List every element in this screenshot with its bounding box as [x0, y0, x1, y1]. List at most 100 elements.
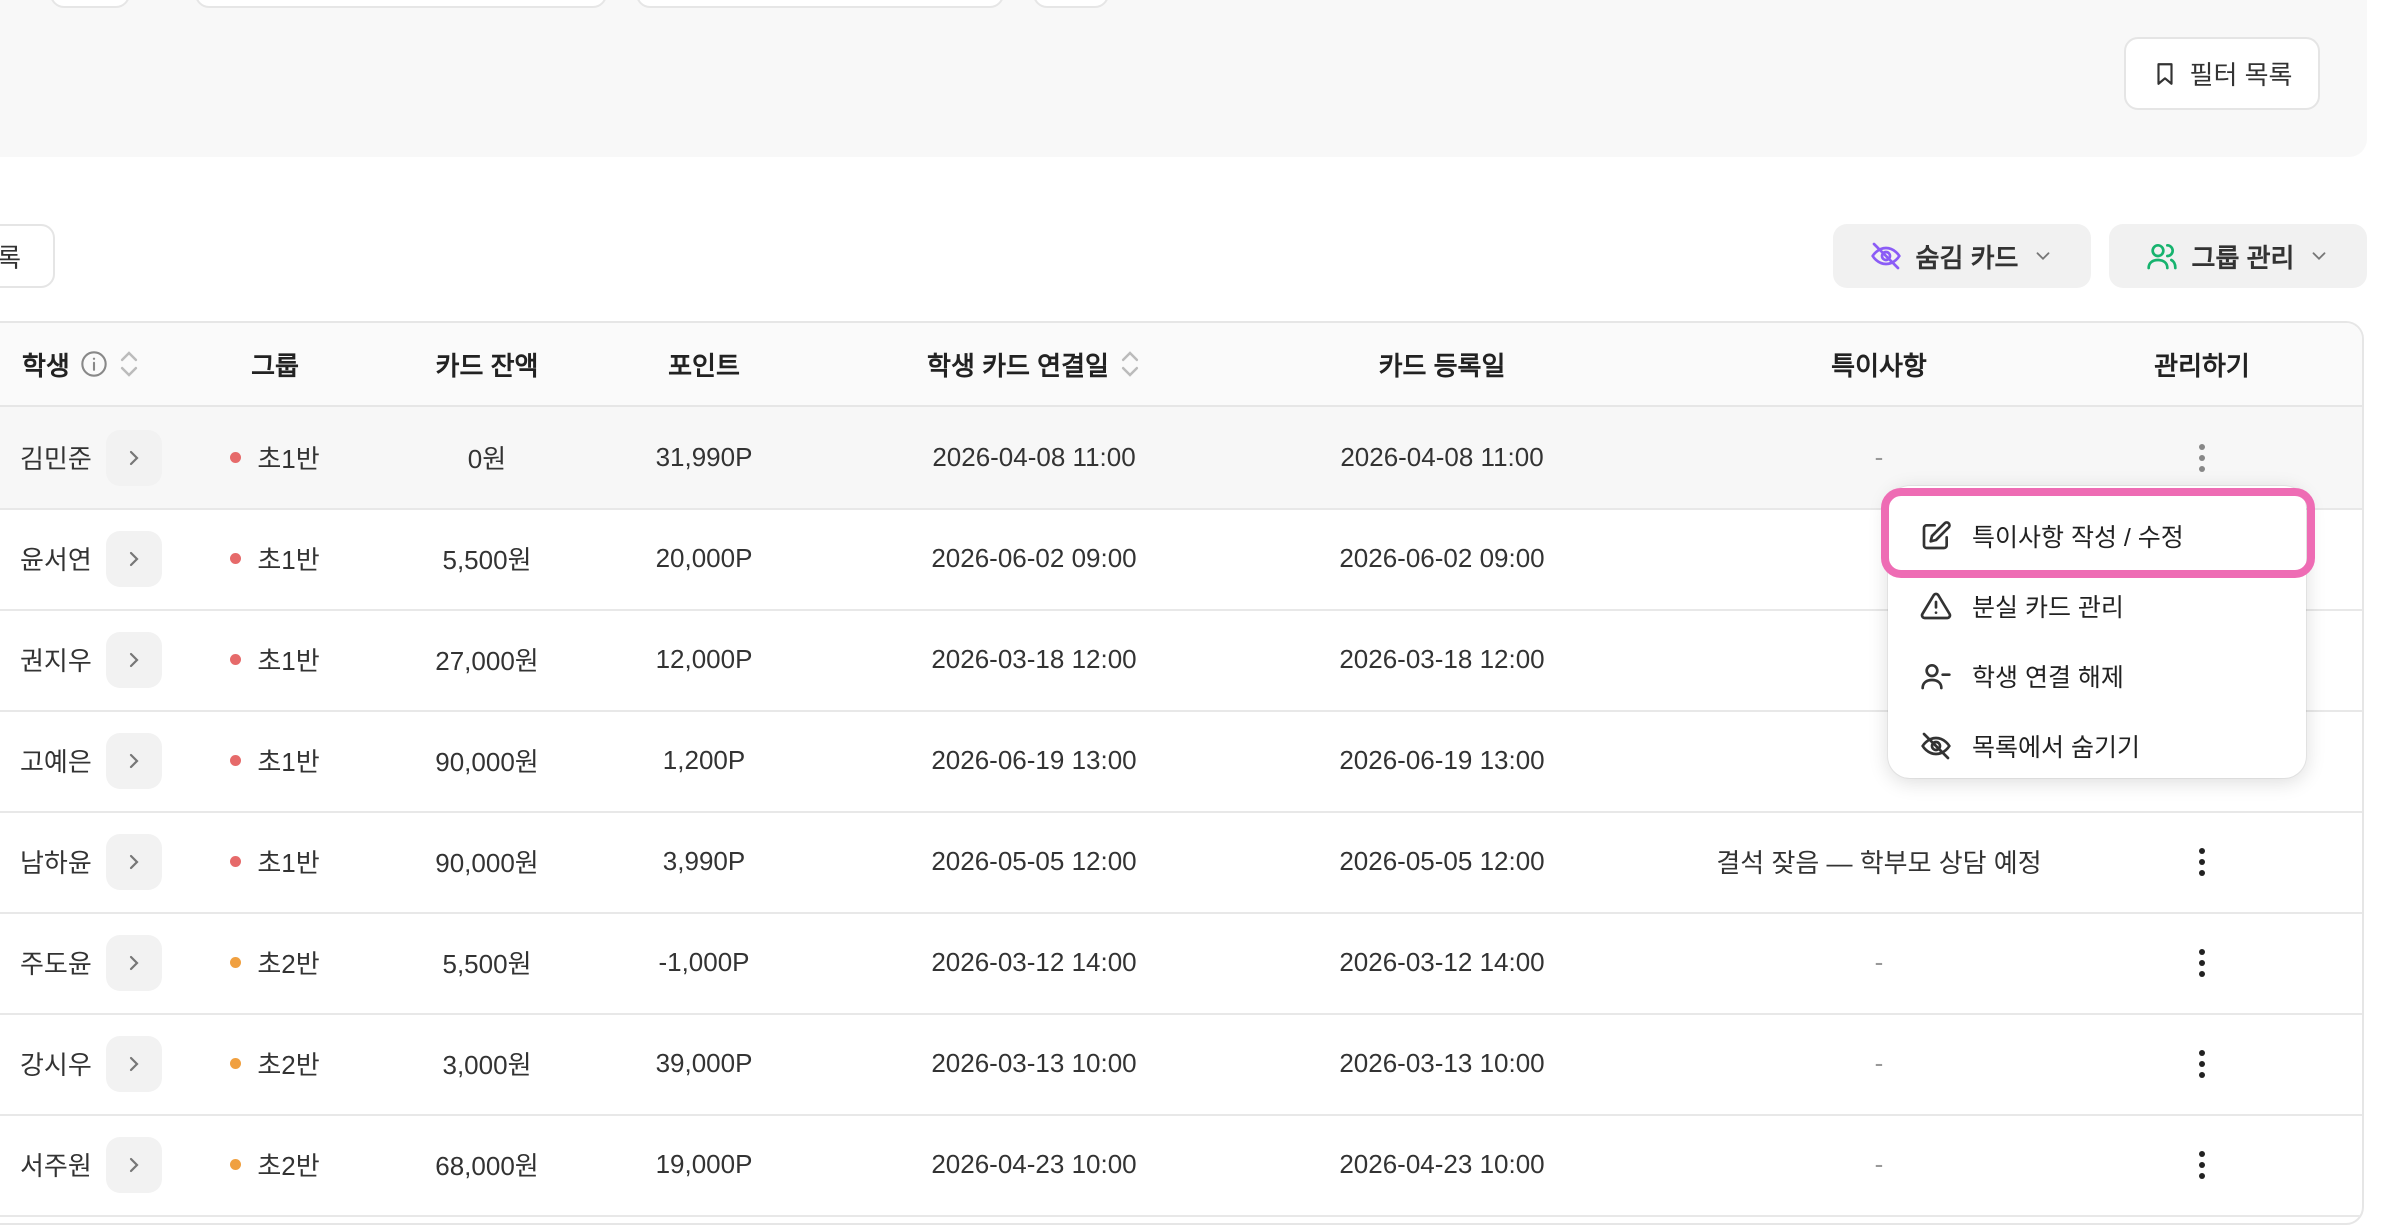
registered-cell: 2026-06-19 13:00	[1339, 745, 1545, 775]
points-cell: 3,990P	[662, 846, 746, 876]
group-label: 초1반	[257, 848, 320, 878]
menu-item-unlink-student[interactable]: 학생 연결 해제	[1888, 644, 2306, 708]
more-options-button[interactable]	[2182, 1044, 2222, 1084]
group-label: 초2반	[257, 949, 320, 979]
more-options-button[interactable]	[2182, 438, 2222, 478]
group-label: 초1반	[257, 646, 320, 676]
manage-cell	[2112, 912, 2292, 1013]
kebab-icon	[2199, 1049, 2205, 1078]
registered-cell: 2026-04-23 10:00	[1339, 1149, 1545, 1179]
student-name-cell: 권지우	[20, 609, 180, 710]
linked-cell: 2026-03-12 14:00	[931, 947, 1137, 977]
student-detail-button[interactable]	[105, 934, 162, 991]
group-color-dot	[230, 1159, 242, 1170]
points-cell: 39,000P	[655, 1048, 753, 1078]
info-icon[interactable]	[80, 350, 108, 378]
hidden-cards-button[interactable]: 숨김 카드	[1833, 224, 2091, 288]
kebab-icon	[2199, 948, 2205, 977]
group-label: 초1반	[257, 747, 320, 777]
group-cell: 초1반	[205, 407, 345, 508]
header-notes: 특이사항	[1831, 350, 1927, 381]
linked-cell: 2026-06-19 13:00	[931, 745, 1137, 775]
student-name: 고예은	[20, 747, 92, 777]
table-row: 서주원 초2반 68,000원 19,000P 2026-04-23 10:00 2026…	[0, 1114, 2362, 1217]
chevron-right-icon	[129, 551, 139, 566]
list-button[interactable]: 록	[0, 224, 55, 288]
points-cell: 19,000P	[655, 1149, 753, 1179]
bookmark-icon	[2156, 62, 2173, 85]
student-detail-button[interactable]	[105, 1035, 162, 1092]
sort-icon[interactable]	[1119, 346, 1141, 382]
header-card-balance: 카드 잔액	[435, 350, 539, 381]
note-cell: -	[1874, 1048, 1884, 1078]
filter-chip[interactable]	[50, 0, 130, 8]
more-options-button[interactable]	[2182, 842, 2222, 882]
menu-item-hide-from-list[interactable]: 목록에서 숨기기	[1888, 714, 2306, 778]
group-label: 초1반	[257, 545, 320, 575]
balance-cell: 90,000원	[435, 747, 539, 777]
balance-cell: 90,000원	[435, 848, 539, 878]
registered-cell: 2026-03-12 14:00	[1339, 947, 1545, 977]
group-color-dot	[230, 654, 242, 665]
registered-cell: 2026-03-13 10:00	[1339, 1048, 1545, 1078]
header-card-register-date: 카드 등록일	[1378, 350, 1506, 381]
student-name: 남하윤	[20, 848, 92, 878]
group-cell: 초1반	[205, 508, 345, 609]
header-card-link-date[interactable]: 학생 카드 연결일	[884, 323, 1184, 405]
linked-cell: 2026-03-13 10:00	[931, 1048, 1137, 1078]
filter-chip[interactable]	[1033, 0, 1109, 8]
sort-icon[interactable]	[118, 346, 140, 382]
header-card-link-date-label: 학생 카드 연결일	[927, 350, 1109, 381]
linked-cell: 2026-03-18 12:00	[931, 644, 1137, 674]
user-minus-icon	[1921, 664, 1951, 690]
student-name-cell: 김민준	[20, 407, 180, 508]
filter-chip[interactable]	[195, 0, 607, 8]
group-manage-button[interactable]: 그룹 관리	[2109, 224, 2367, 288]
eye-off-icon	[1921, 732, 1951, 760]
group-color-dot	[230, 856, 242, 867]
group-cell: 초2반	[205, 1114, 345, 1215]
kebab-icon	[2199, 443, 2205, 472]
student-detail-button[interactable]	[105, 732, 162, 789]
student-name: 강시우	[20, 1050, 92, 1080]
group-color-dot	[230, 957, 242, 968]
users-icon	[2146, 244, 2177, 270]
filter-panel	[0, 0, 2367, 157]
filter-list-label: 필터 목록	[2189, 60, 2293, 90]
student-name-cell: 서주원	[20, 1114, 180, 1215]
group-cell: 초2반	[205, 912, 345, 1013]
student-detail-button[interactable]	[105, 429, 162, 486]
chevron-down-icon	[2313, 252, 2326, 261]
menu-item-edit-note[interactable]: 특이사항 작성 / 수정	[1888, 504, 2306, 568]
student-detail-button[interactable]	[105, 833, 162, 890]
group-label: 초2반	[257, 1151, 320, 1181]
menu-item-lost-card[interactable]: 분실 카드 관리	[1888, 574, 2306, 638]
manage-cell	[2112, 1013, 2292, 1114]
balance-cell: 27,000원	[435, 646, 539, 676]
more-options-button[interactable]	[2182, 1145, 2222, 1185]
header-student[interactable]: 학생	[22, 323, 162, 405]
more-options-button[interactable]	[2182, 943, 2222, 983]
student-detail-button[interactable]	[105, 530, 162, 587]
group-cell: 초1반	[205, 609, 345, 710]
filter-list-button[interactable]: 필터 목록	[2124, 37, 2320, 110]
linked-cell: 2026-04-08 11:00	[932, 442, 1136, 472]
student-name: 권지우	[20, 646, 92, 676]
student-name-cell: 주도윤	[20, 912, 180, 1013]
chevron-right-icon	[129, 1157, 139, 1172]
points-cell: 12,000P	[655, 644, 753, 674]
manage-cell	[2112, 1114, 2292, 1215]
registered-cell: 2026-05-05 12:00	[1339, 846, 1545, 876]
list-button-label: 록	[0, 242, 21, 273]
balance-cell: 5,500원	[442, 545, 532, 575]
filter-chip[interactable]	[636, 0, 1004, 8]
student-detail-button[interactable]	[105, 631, 162, 688]
group-color-dot	[230, 1058, 242, 1069]
table-row: 강시우 초2반 3,000원 39,000P 2026-03-13 10:00 2026-…	[0, 1013, 2362, 1116]
student-name: 서주원	[20, 1151, 92, 1181]
student-detail-button[interactable]	[105, 1136, 162, 1193]
warning-icon	[1920, 592, 1952, 620]
kebab-icon	[2199, 847, 2205, 876]
menu-item-label: 특이사항 작성 / 수정	[1972, 524, 2184, 552]
balance-cell: 0원	[467, 444, 507, 474]
